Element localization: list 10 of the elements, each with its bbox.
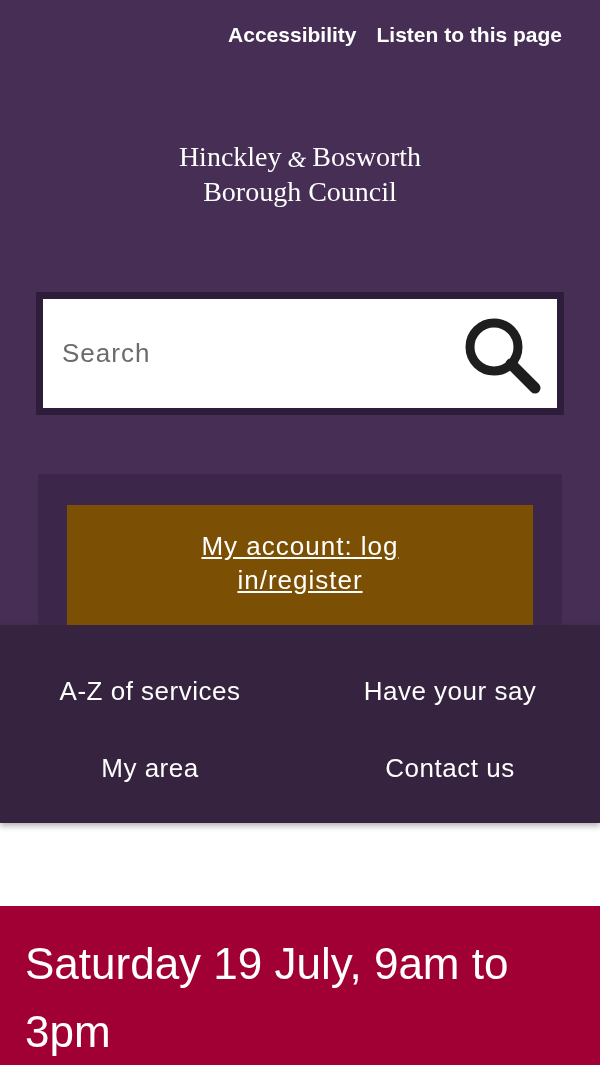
nav-link[interactable]: A-Z of services: [0, 659, 300, 723]
header-link[interactable]: Accessibility: [228, 20, 357, 50]
nav-link[interactable]: Have your say: [300, 659, 600, 723]
search-field[interactable]: Search: [43, 299, 557, 408]
council-logo[interactable]: Hinckley & Bosworth Borough Council: [178, 140, 422, 212]
banner-title: Saturday 19 July, 9am to 3pm: [25, 938, 510, 1058]
nav-link[interactable]: My area: [0, 736, 300, 800]
nav-link[interactable]: Contact us: [300, 736, 600, 800]
header-link[interactable]: Listen to this page: [376, 20, 562, 50]
account-button[interactable]: My account: log in/register: [67, 505, 533, 625]
